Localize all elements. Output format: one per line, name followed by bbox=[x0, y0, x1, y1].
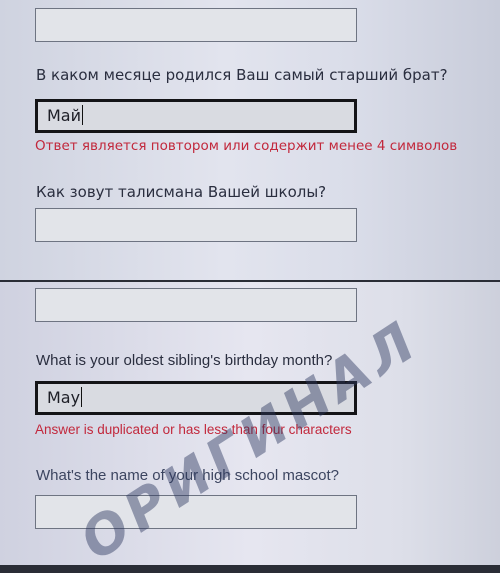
school-mascot-input[interactable] bbox=[35, 208, 357, 242]
text-cursor bbox=[82, 105, 84, 125]
text-cursor bbox=[81, 387, 83, 407]
english-form-panel: What is your oldest sibling's birthday m… bbox=[0, 282, 500, 565]
previous-answer-field[interactable] bbox=[35, 288, 357, 322]
question-school-mascot: Как зовут талисмана Вашей школы? bbox=[36, 183, 327, 201]
question-oldest-sibling-month: What is your oldest sibling's birthday m… bbox=[36, 352, 333, 369]
previous-answer-field[interactable] bbox=[35, 8, 357, 42]
question-oldest-sibling-month: В каком месяце родился Ваш самый старший… bbox=[36, 66, 448, 84]
school-mascot-input[interactable] bbox=[35, 495, 357, 529]
russian-form-panel: В каком месяце родился Ваш самый старший… bbox=[0, 0, 500, 280]
oldest-sibling-month-value: Май bbox=[47, 105, 84, 125]
oldest-sibling-month-input[interactable]: Май bbox=[35, 99, 357, 133]
validation-error-message: Ответ является повтором или содержит мен… bbox=[35, 138, 458, 154]
validation-error-message: Answer is duplicated or has less than fo… bbox=[35, 422, 352, 437]
oldest-sibling-month-input[interactable]: May bbox=[35, 381, 357, 415]
oldest-sibling-month-value: May bbox=[47, 387, 83, 407]
question-school-mascot: What's the name of your high school masc… bbox=[36, 467, 340, 484]
